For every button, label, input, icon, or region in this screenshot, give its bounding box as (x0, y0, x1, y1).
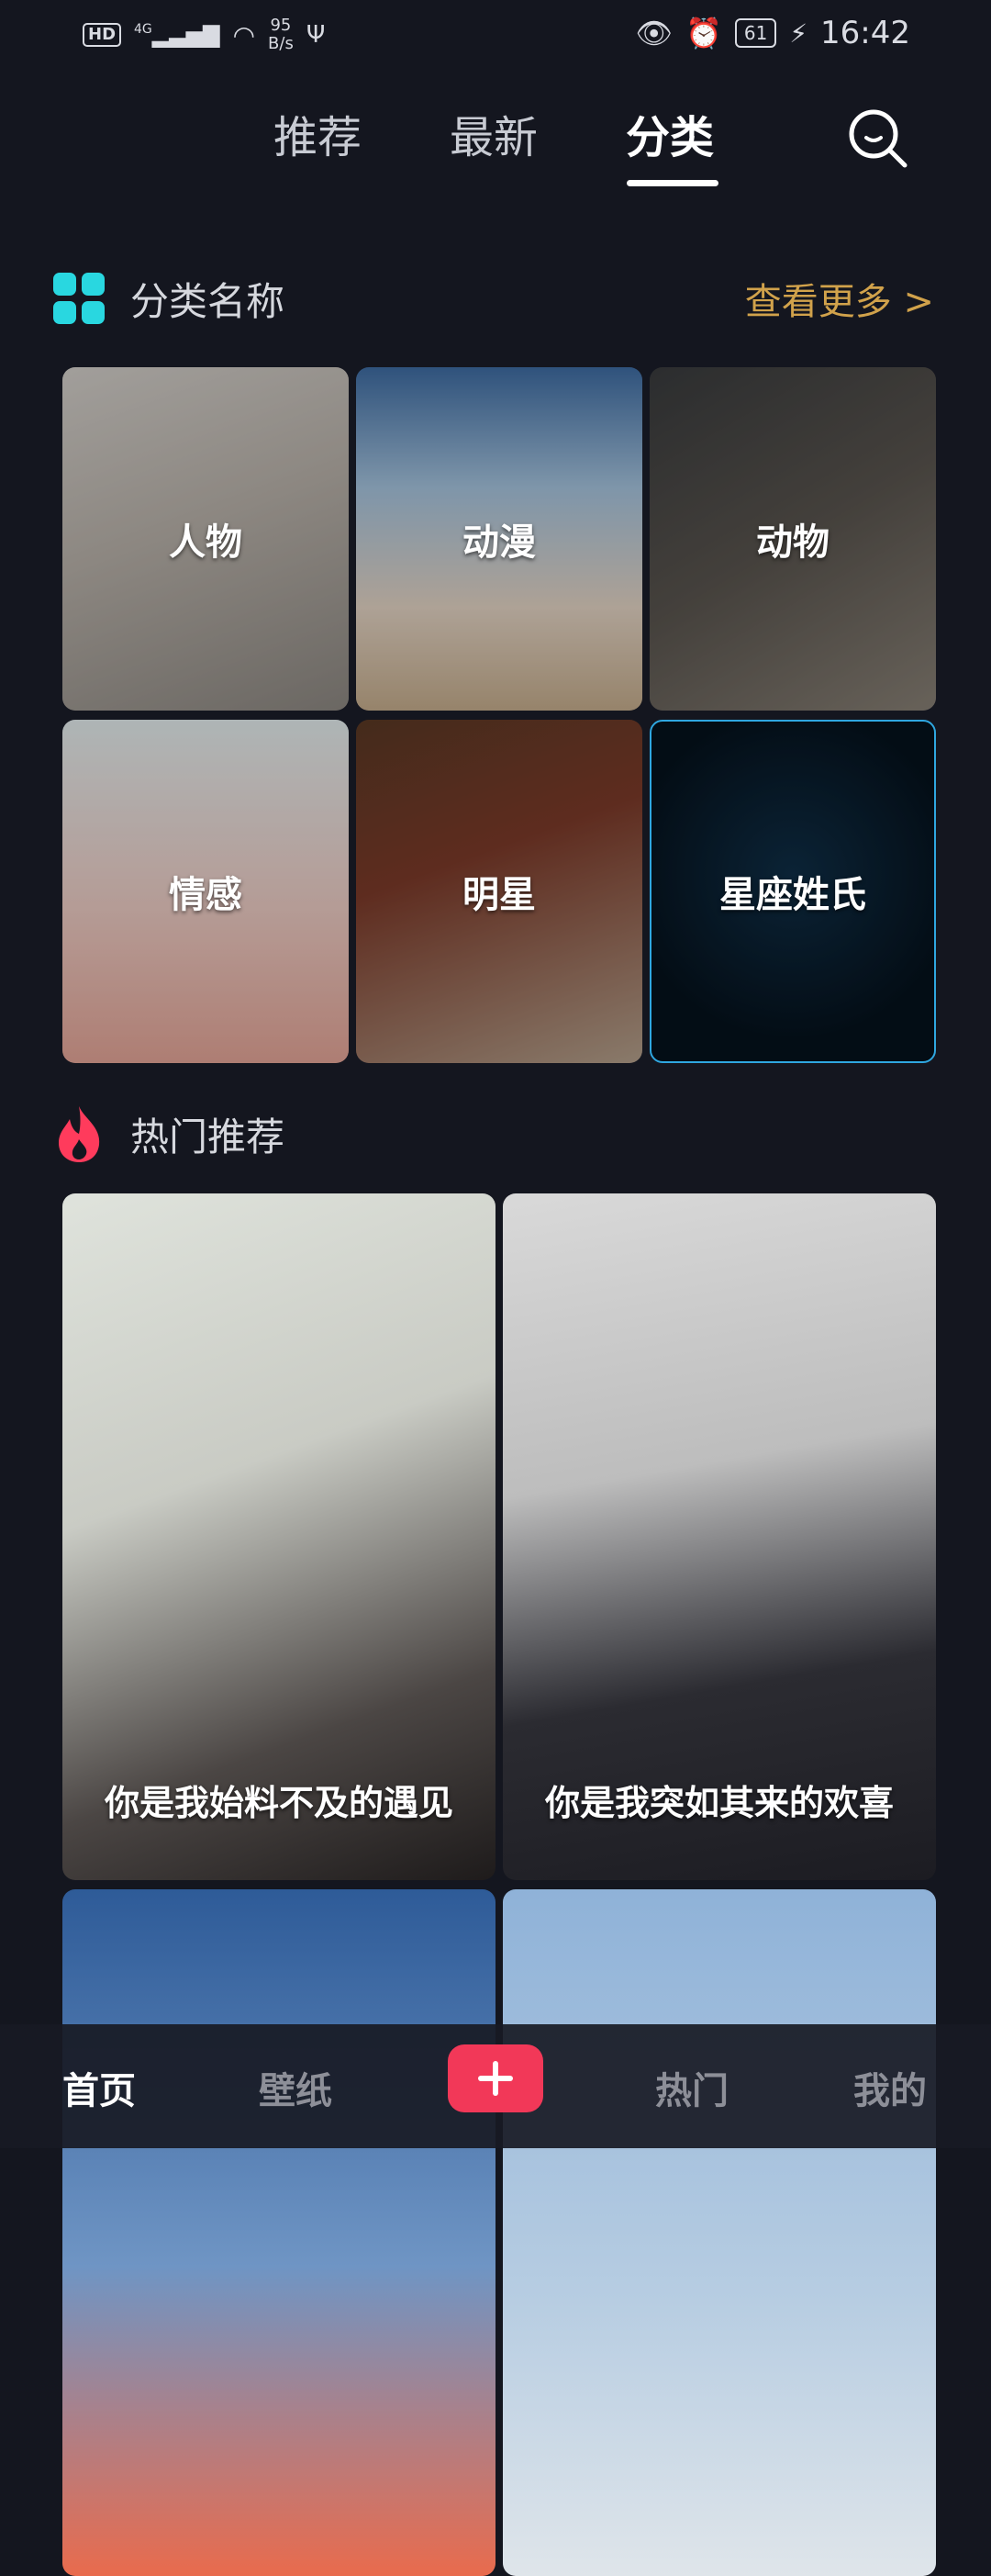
category-card-celebrity[interactable]: 明星 (356, 720, 642, 1063)
category-card-zodiac-surname[interactable]: 星座姓氏 (650, 720, 936, 1063)
category-grid-icon (53, 273, 105, 324)
hot-grid: 你是我始料不及的遇见 你是我突如其来的欢喜 (62, 1193, 936, 2576)
top-tabs: 推荐 最新 分类 (0, 101, 991, 202)
hot-card-caption: 你是我突如其来的欢喜 (544, 1783, 894, 1823)
view-more-link[interactable]: 查看更多 > (745, 272, 934, 325)
category-card-animals[interactable]: 动物 (650, 367, 936, 711)
status-bar: HD 4G▂▃▅▇ ◠ 95 B/s Ψ 👁 ⏰ 61 ⚡ 16:42 (0, 0, 991, 77)
category-card-people[interactable]: 人物 (62, 367, 349, 711)
tab-recommend[interactable]: 推荐 (273, 101, 362, 165)
category-section-title: 分类名称 (130, 278, 285, 324)
category-section-header: 分类名称 查看更多 > (53, 266, 934, 330)
category-label: 星座姓氏 (719, 874, 866, 916)
category-grid: 人物 动漫 动物 情感 明星 星座姓氏 (62, 367, 936, 1063)
network-type: 4G (134, 22, 152, 37)
hot-card[interactable] (62, 1889, 496, 2576)
speed-unit: B/s (268, 34, 294, 53)
wifi-icon: ◠ (232, 19, 256, 50)
hot-section-header: 热门推荐 (53, 1102, 934, 1166)
category-label: 动漫 (462, 521, 536, 564)
nav-mine[interactable]: 我的 (853, 2061, 927, 2114)
eye-icon: 👁 (635, 16, 674, 50)
tab-category[interactable]: 分类 (626, 101, 714, 165)
network-speed: 95 B/s (268, 17, 294, 53)
category-label: 情感 (169, 874, 242, 916)
nav-hot[interactable]: 热门 (655, 2061, 729, 2114)
fire-icon (59, 1106, 100, 1162)
speed-value: 95 (270, 16, 292, 35)
clock: 16:42 (820, 15, 910, 51)
category-label: 明星 (462, 874, 536, 916)
signal-icon: 4G▂▃▅▇ (134, 22, 220, 48)
nav-wallpaper[interactable]: 壁纸 (259, 2061, 332, 2114)
hot-card[interactable]: 你是我突如其来的欢喜 (503, 1193, 936, 1880)
category-label: 人物 (169, 521, 242, 564)
category-card-emotion[interactable]: 情感 (62, 720, 349, 1063)
hd-indicator: HD (83, 23, 122, 47)
add-button[interactable] (448, 2044, 543, 2112)
search-icon (849, 109, 907, 168)
hot-card-caption: 你是我始料不及的遇见 (104, 1783, 453, 1823)
category-label: 动物 (756, 521, 830, 564)
category-card-anime[interactable]: 动漫 (356, 367, 642, 711)
tab-latest[interactable]: 最新 (450, 101, 538, 165)
search-button[interactable] (846, 106, 910, 171)
hot-card[interactable] (503, 1889, 936, 2576)
active-tab-indicator (627, 180, 718, 186)
usb-icon: Ψ (306, 21, 326, 49)
alarm-icon: ⏰ (685, 16, 722, 50)
nav-home[interactable]: 首页 (62, 2061, 136, 2114)
charging-icon: ⚡ (789, 17, 808, 49)
plus-icon (478, 2061, 513, 2096)
battery-icon: 61 (734, 18, 777, 48)
hot-card[interactable]: 你是我始料不及的遇见 (62, 1193, 496, 1880)
hot-section-title: 热门推荐 (130, 1114, 285, 1159)
bottom-nav: 首页 壁纸 热门 我的 (0, 2024, 991, 2148)
